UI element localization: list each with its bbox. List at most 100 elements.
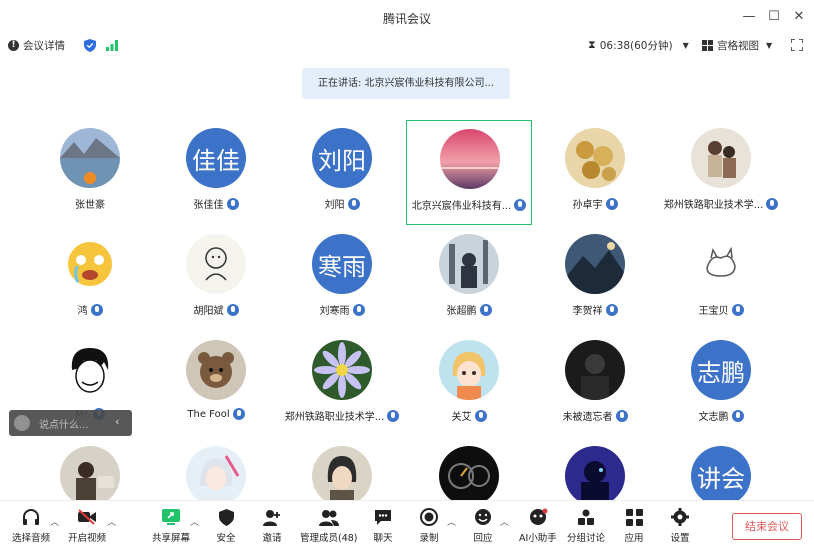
breakout-icon — [575, 507, 597, 527]
participant-tile[interactable]: 孙卓宇 — [532, 120, 658, 225]
meeting-timer[interactable]: ⧗ 06:38(60分钟) ▼ — [588, 37, 689, 53]
avatar — [439, 340, 499, 400]
participant-tile[interactable]: 胡阳斌 — [153, 226, 279, 331]
share-screen-icon — [160, 507, 182, 527]
participant-tile[interactable] — [27, 438, 153, 506]
participant-name: 北京兴宸伟业科技有... — [411, 201, 512, 212]
participant-tile[interactable]: 刘阳 刘阳 — [279, 120, 405, 225]
meeting-toolbar: 选择音频 ︿ 开启视频 ︿ 共享屏幕 ︿ 安全 邀请 管理成员(48) 聊天 录… — [0, 500, 814, 549]
participant-tile[interactable] — [279, 438, 405, 506]
participant-tile[interactable]: 郑州铁路职业技术学... — [279, 332, 405, 437]
settings-button[interactable]: 设置 — [669, 507, 691, 544]
avatar: 佳佳 — [186, 128, 246, 188]
avatar: 志鹏 — [691, 340, 751, 400]
security-button[interactable]: 安全 — [215, 507, 237, 544]
participant-tile[interactable]: The Fool — [153, 332, 279, 437]
maximize-icon[interactable]: ☐ — [765, 8, 783, 26]
participant-name-row: 刘寒雨 — [279, 302, 405, 317]
participant-tile[interactable]: 王宝贝 — [658, 226, 784, 331]
ai-assistant-label: AI小助手 — [519, 533, 557, 544]
fullscreen-icon[interactable] — [791, 37, 803, 53]
participant-name: 张佳佳 — [193, 200, 224, 211]
chat-mic-icon[interactable] — [14, 415, 30, 431]
settings-label: 设置 — [670, 533, 690, 544]
meeting-details-button[interactable]: ! 会议详情 — [8, 37, 65, 53]
shield-icon[interactable] — [84, 37, 96, 53]
chevron-left-icon[interactable]: ‹ — [115, 415, 119, 428]
apps-button[interactable]: 应用 — [623, 507, 645, 544]
record-button[interactable]: 录制 — [418, 507, 440, 544]
participant-tile[interactable]: 关艾 — [406, 332, 532, 437]
participant-name: 郑州铁路职业技术学... — [663, 200, 764, 211]
breakout-rooms-button[interactable]: 分组讨论 — [567, 507, 605, 544]
members-icon — [318, 507, 340, 527]
mic-icon — [226, 197, 239, 210]
reaction-label: 回应 — [473, 533, 493, 544]
audio-options-chevron-icon[interactable]: ︿ — [50, 515, 59, 528]
participant-name: 张世豪 — [75, 200, 105, 211]
chat-bubble-icon — [372, 507, 394, 527]
mic-icon — [347, 197, 360, 210]
record-options-chevron-icon[interactable]: ︿ — [447, 515, 456, 528]
participant-tile[interactable]: 郑州铁路职业技术学... — [658, 120, 784, 225]
share-options-chevron-icon[interactable]: ︿ — [190, 515, 199, 528]
participant-tile[interactable]: 未被遗忘者 — [532, 332, 658, 437]
participant-tile[interactable]: 佳佳张佳佳 — [153, 120, 279, 225]
participant-tile[interactable]: 张世豪 — [27, 120, 153, 225]
participant-tile[interactable]: 讲会 — [658, 438, 784, 506]
security-shield-icon — [215, 507, 237, 527]
video-options-chevron-icon[interactable]: ︿ — [107, 515, 116, 528]
avatar — [60, 340, 120, 400]
manage-members-button[interactable]: 管理成员(48) — [300, 507, 358, 544]
mic-icon — [731, 409, 744, 422]
audio-button[interactable]: 选择音频 — [12, 507, 50, 544]
chat-button[interactable]: 聊天 — [372, 507, 394, 544]
avatar — [439, 234, 499, 294]
participant-name: The Fool — [187, 408, 230, 420]
mic-icon — [731, 303, 744, 316]
participant-tile[interactable]: 寒雨 刘寒雨 — [279, 226, 405, 331]
ai-assistant-button[interactable]: AI小助手 — [519, 507, 557, 544]
video-button[interactable]: 开启视频 — [68, 507, 106, 544]
share-screen-button[interactable]: 共享屏幕 — [152, 507, 190, 544]
participant-name-row: 孙卓宇 — [532, 196, 658, 211]
chat-input-box[interactable]: 说点什么... ‹ — [9, 410, 132, 436]
reaction-button[interactable]: 回应 — [472, 507, 494, 544]
participant-name-row: The Fool — [153, 408, 279, 420]
chat-label: 聊天 — [373, 533, 393, 544]
participant-name-row: 鸿 — [27, 302, 153, 317]
close-icon[interactable]: ✕ — [790, 8, 808, 26]
record-label: 录制 — [419, 533, 439, 544]
participant-name-row: 王宝贝 — [658, 302, 784, 317]
participant-tile[interactable] — [532, 438, 658, 506]
headphone-icon — [20, 507, 42, 527]
mic-icon — [615, 409, 628, 422]
avatar — [312, 340, 372, 400]
security-label: 安全 — [216, 533, 236, 544]
invite-label: 邀请 — [262, 533, 282, 544]
participant-tile[interactable] — [153, 438, 279, 506]
grid-view-button[interactable]: 宫格视图 ▼ — [702, 37, 772, 53]
participant-tile[interactable]: 北京兴宸伟业科技有... — [406, 120, 532, 225]
participant-name-row: 北京兴宸伟业科技有... — [407, 197, 531, 212]
avatar — [60, 128, 120, 188]
participant-name: 张超鹏 — [446, 306, 477, 317]
reaction-options-chevron-icon[interactable]: ︿ — [500, 515, 509, 528]
end-meeting-button[interactable]: 结束会议 — [732, 513, 802, 540]
speaking-banner: 正在讲话: 北京兴宸伟业科技有限公司... — [302, 68, 510, 99]
breakout-rooms-label: 分组讨论 — [567, 533, 606, 544]
participant-tile[interactable]: 李贺祥 — [532, 226, 658, 331]
meeting-details-label: 会议详情 — [23, 39, 65, 52]
mic-icon — [479, 303, 492, 316]
avatar — [565, 234, 625, 294]
participant-tile[interactable]: 鸿 — [27, 226, 153, 331]
minimize-icon[interactable]: — — [740, 8, 758, 26]
participant-name-row: 郑州铁路职业技术学... — [279, 408, 405, 423]
participant-tile[interactable] — [406, 438, 532, 506]
invite-button[interactable]: 邀请 — [261, 507, 283, 544]
avatar-initials: 志鹏 — [697, 358, 745, 387]
participant-tile[interactable]: 张超鹏 — [406, 226, 532, 331]
participant-tile[interactable]: 志鹏 文志鹏 — [658, 332, 784, 437]
participant-name-row: 关艾 — [406, 408, 532, 423]
participant-name: 未被遗忘者 — [562, 412, 613, 423]
